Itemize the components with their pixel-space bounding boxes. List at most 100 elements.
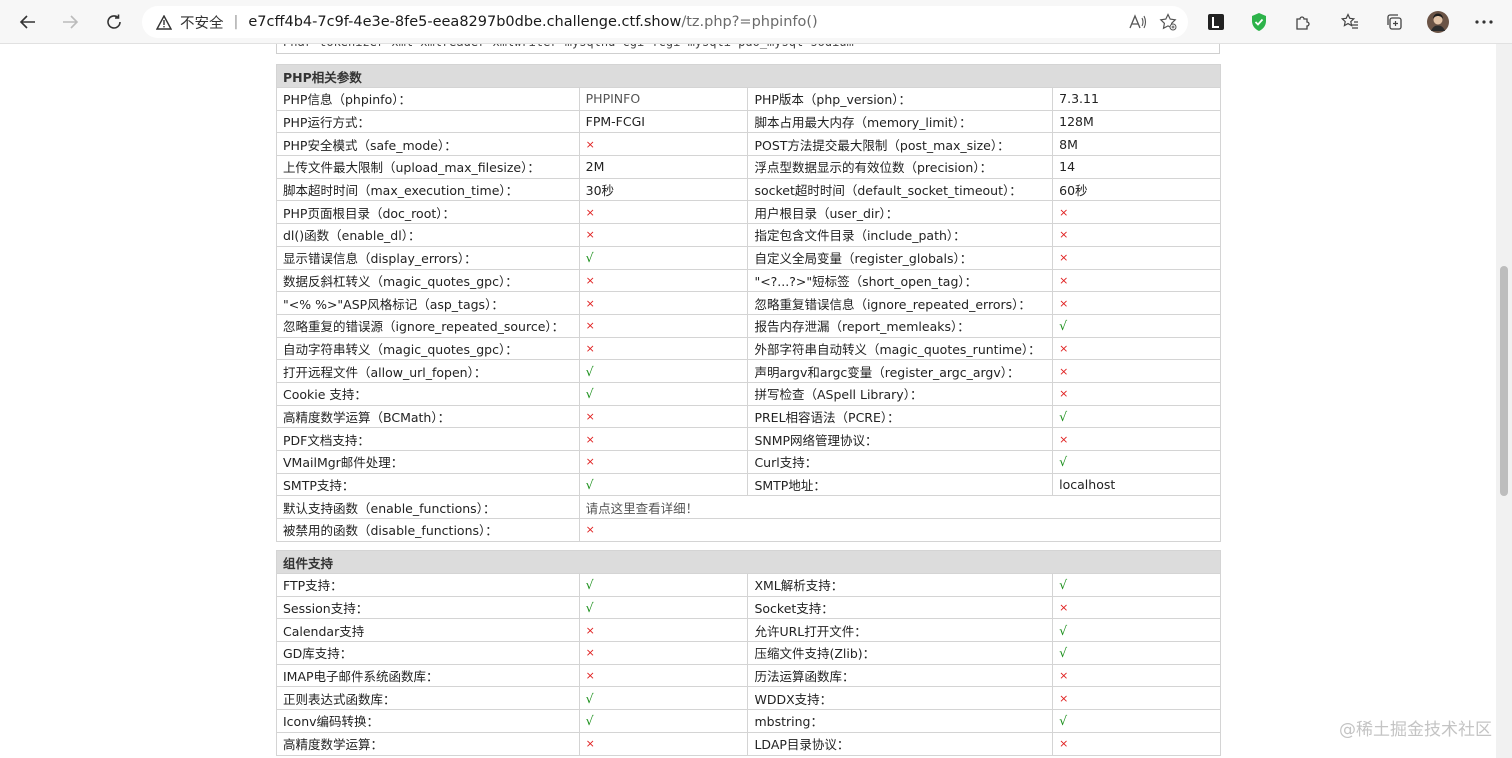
address-separator: | bbox=[233, 14, 239, 30]
table-row: PHP信息（phpinfo）： PHPINFO PHP版本（php_version）… bbox=[276, 87, 1221, 111]
param-label: 拼写检查（ASpell Library）： bbox=[747, 381, 1054, 406]
browser-toolbar: 不安全 | e7cff4b4-7c9f-4e3e-8fe5-eea8297b0d… bbox=[0, 0, 1512, 44]
param-label: Curl支持： bbox=[747, 450, 1054, 474]
security-label[interactable]: 不安全 bbox=[180, 12, 224, 33]
table-row: 高精度数学运算（BCMath）： × PREL相容语法（PCRE）： √ bbox=[276, 404, 1221, 429]
table-row: GD库支持： × 压缩文件支持(Zlib)： √ bbox=[276, 641, 1221, 665]
table-row: PHP页面根目录（doc_root）： × 用户根目录（user_dir）： × bbox=[276, 200, 1221, 225]
param-value: √ bbox=[1052, 573, 1221, 597]
param-value: √ bbox=[1052, 709, 1221, 733]
param-label: WDDX支持： bbox=[747, 686, 1054, 711]
table-row: 数据反斜杠转义（magic_quotes_gpc）： × "<?...?>"短标签（… bbox=[276, 268, 1221, 293]
forward-button[interactable] bbox=[54, 6, 86, 38]
param-value: √ bbox=[578, 686, 749, 711]
disable-functions-value: × bbox=[578, 518, 1222, 542]
param-label: 声明argv和argc变量（register_argc_argv）： bbox=[747, 359, 1054, 383]
param-value: × bbox=[1052, 427, 1221, 451]
php-params-table: PHP相关参数 PHP信息（phpinfo）： PHPINFO PHP版本（php_… bbox=[276, 64, 1222, 542]
table-row: FTP支持： √ XML解析支持： √ bbox=[276, 573, 1221, 597]
param-value[interactable]: PHPINFO bbox=[578, 87, 749, 111]
back-arrow-icon bbox=[19, 15, 35, 29]
param-label: XML解析支持： bbox=[747, 573, 1054, 597]
table-row: Session支持： √ Socket支持： × bbox=[276, 595, 1221, 620]
more-options-icon[interactable] bbox=[1468, 6, 1500, 38]
refresh-icon bbox=[107, 14, 121, 29]
param-value: × bbox=[1052, 686, 1221, 711]
param-value: × bbox=[578, 268, 749, 293]
param-value: √ bbox=[578, 245, 749, 270]
param-value: × bbox=[1052, 381, 1221, 406]
param-label: 历法运算函数库： bbox=[747, 663, 1054, 688]
param-value: 14 bbox=[1052, 155, 1221, 179]
param-label: dl()函数（enable_dl）： bbox=[276, 223, 580, 247]
param-label: "<% %>"ASP风格标记（asp_tags）： bbox=[276, 291, 580, 315]
param-value: 2M bbox=[578, 155, 749, 179]
param-value: √ bbox=[1052, 618, 1221, 643]
param-label: 高精度数学运算（BCMath）： bbox=[276, 404, 580, 429]
param-label: 压缩文件支持(Zlib)： bbox=[747, 641, 1054, 665]
param-value: 7.3.11 bbox=[1052, 87, 1221, 111]
param-value: × bbox=[1052, 336, 1221, 361]
refresh-button[interactable] bbox=[98, 6, 130, 38]
extension-l-icon[interactable] bbox=[1200, 6, 1232, 38]
param-label: Cookie 支持： bbox=[276, 381, 580, 406]
collections-icon[interactable] bbox=[1378, 6, 1410, 38]
param-value: × bbox=[1052, 245, 1221, 270]
disable-functions-label: 被禁用的函数（disable_functions）： bbox=[276, 518, 580, 542]
param-label: 脚本占用最大内存（memory_limit）： bbox=[747, 109, 1054, 134]
param-value: × bbox=[1052, 268, 1221, 293]
profile-avatar[interactable] bbox=[1422, 6, 1454, 38]
param-label: SMTP支持： bbox=[276, 472, 580, 497]
param-label: 数据反斜杠转义（magic_quotes_gpc）： bbox=[276, 268, 580, 293]
param-label: Session支持： bbox=[276, 595, 580, 620]
favorite-star-icon[interactable] bbox=[1156, 10, 1180, 34]
extensions-list-cutoff: Phar tokenizer xml xmlreader xmlwriter m… bbox=[276, 44, 1220, 54]
param-value: localhost bbox=[1052, 472, 1221, 497]
param-label: GD库支持： bbox=[276, 641, 580, 665]
enable-functions-link[interactable]: 请点这里查看详细！ bbox=[578, 495, 1222, 520]
page-content: Phar tokenizer xml xmlreader xmlwriter m… bbox=[0, 44, 1496, 758]
back-button[interactable] bbox=[12, 6, 44, 38]
param-label: 显示错误信息（display_errors）： bbox=[276, 245, 580, 270]
table-row: 自动字符串转义（magic_quotes_gpc）： × 外部字符串自动转义（mag… bbox=[276, 336, 1221, 361]
param-value: × bbox=[578, 663, 749, 688]
table-row: SMTP支持： √ SMTP地址： localhost bbox=[276, 472, 1221, 497]
param-value: × bbox=[578, 223, 749, 247]
param-label: 忽略重复的错误源（ignore_repeated_source）： bbox=[276, 313, 580, 338]
param-label: IMAP电子邮件系统函数库： bbox=[276, 663, 580, 688]
param-label: PHP页面根目录（doc_root）： bbox=[276, 200, 580, 225]
param-label: mbstring： bbox=[747, 709, 1054, 733]
table-row: Cookie 支持： √ 拼写检查（ASpell Library）： × bbox=[276, 381, 1221, 406]
scrollbar-thumb[interactable] bbox=[1500, 266, 1508, 496]
vertical-scrollbar[interactable] bbox=[1496, 44, 1512, 758]
param-value: × bbox=[578, 618, 749, 643]
param-label: PDF文档支持： bbox=[276, 427, 580, 451]
table-row: PHP安全模式（safe_mode）： × POST方法提交最大限制（post_ma… bbox=[276, 132, 1221, 157]
param-value: × bbox=[1052, 200, 1221, 225]
address-bar[interactable]: 不安全 | e7cff4b4-7c9f-4e3e-8fe5-eea8297b0d… bbox=[142, 6, 1188, 38]
param-value: × bbox=[1052, 663, 1221, 688]
shield-extension-icon[interactable] bbox=[1243, 6, 1275, 38]
param-label: 允许URL打开文件： bbox=[747, 618, 1054, 643]
param-label: 浮点型数据显示的有效位数（precision）： bbox=[747, 155, 1054, 179]
extensions-puzzle-icon[interactable] bbox=[1287, 6, 1319, 38]
read-aloud-icon[interactable] bbox=[1126, 10, 1150, 34]
warning-icon[interactable] bbox=[154, 12, 174, 32]
forward-arrow-icon bbox=[63, 15, 79, 29]
param-value: × bbox=[578, 313, 749, 338]
param-label: 自定义全局变量（register_globals）： bbox=[747, 245, 1054, 270]
table-row: 显示错误信息（display_errors）： √ 自定义全局变量（register… bbox=[276, 245, 1221, 270]
table-row: "<% %>"ASP风格标记（asp_tags）： × 忽略重复错误信息（ignor… bbox=[276, 291, 1221, 315]
param-label: PHP信息（phpinfo）： bbox=[276, 87, 580, 111]
param-label: Socket支持： bbox=[747, 595, 1054, 620]
table-row: 高精度数学运算： × LDAP目录协议： × bbox=[276, 731, 1221, 756]
param-value: × bbox=[578, 200, 749, 225]
param-label: PREL相容语法（PCRE）： bbox=[747, 404, 1054, 429]
param-label: LDAP目录协议： bbox=[747, 731, 1054, 756]
param-value: × bbox=[578, 291, 749, 315]
param-value: × bbox=[578, 336, 749, 361]
param-label: 外部字符串自动转义（magic_quotes_runtime）： bbox=[747, 336, 1054, 361]
param-value: × bbox=[1052, 223, 1221, 247]
param-value: × bbox=[1052, 595, 1221, 620]
favorites-list-icon[interactable] bbox=[1334, 6, 1366, 38]
